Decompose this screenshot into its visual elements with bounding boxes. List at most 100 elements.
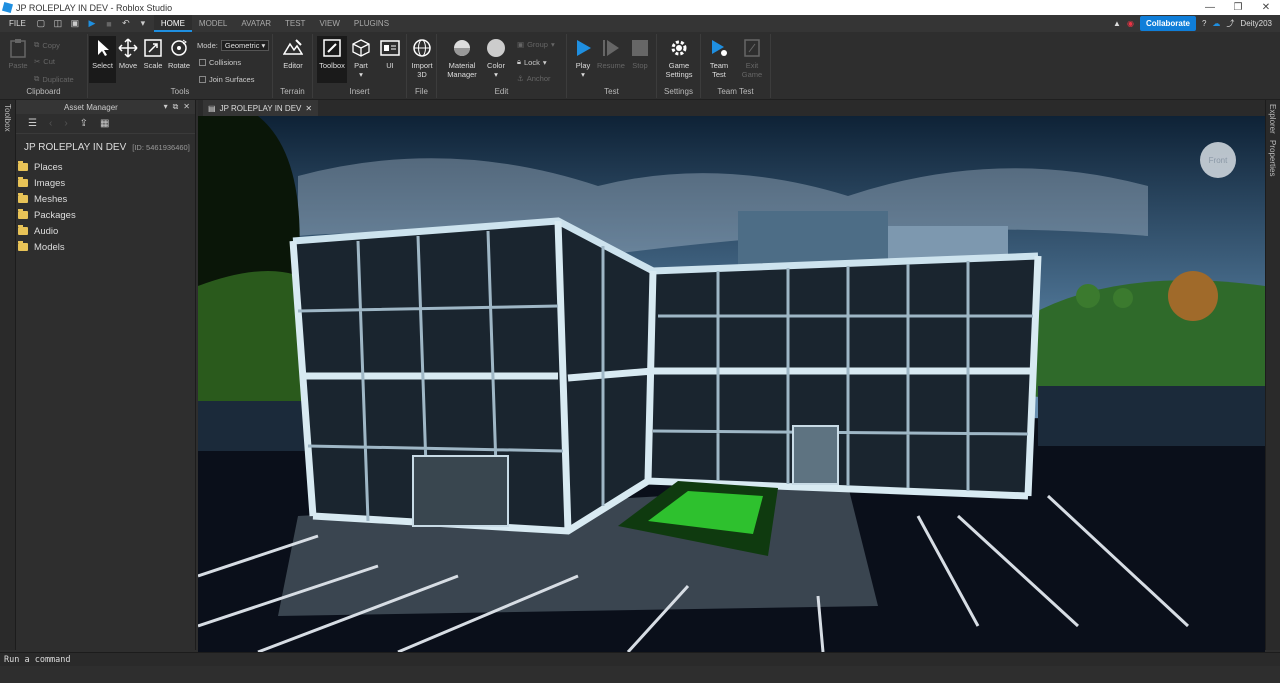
- explorer-side-tab[interactable]: Explorer: [1268, 104, 1277, 134]
- menu-icon[interactable]: ☰: [28, 118, 37, 129]
- mode-selector[interactable]: Mode: Geometric ▾: [197, 40, 270, 51]
- join-surfaces-toggle[interactable]: Join Surfaces: [199, 75, 254, 84]
- import-3d-button[interactable]: Import 3D: [407, 38, 437, 79]
- duplicate-button[interactable]: ⧉ Duplicate: [34, 74, 74, 84]
- play-button[interactable]: Play ▾: [568, 38, 598, 79]
- collisions-toggle[interactable]: Collisions: [199, 58, 241, 67]
- collapse-ribbon-icon[interactable]: ▲: [1113, 19, 1121, 28]
- tree-autumn: [1168, 271, 1218, 321]
- forward-arrow-icon[interactable]: ›: [64, 118, 67, 129]
- clipboard-label: Clipboard: [26, 87, 61, 96]
- asset-manager-title: Asset Manager: [64, 102, 118, 112]
- terrain-label: Terrain: [280, 87, 305, 96]
- panel-close-icon[interactable]: ✕: [183, 102, 190, 112]
- collaborate-button[interactable]: Collaborate: [1139, 16, 1196, 31]
- fence-left: [198, 401, 308, 451]
- quick-play-icon[interactable]: ▶: [86, 18, 98, 29]
- undo-icon[interactable]: ↶: [120, 18, 132, 29]
- asset-folder-models[interactable]: Models: [16, 239, 195, 255]
- color-button[interactable]: Color ▾: [481, 38, 511, 79]
- group-button[interactable]: ▣ Group ▾: [517, 40, 555, 49]
- place-file-icon: ▤: [208, 103, 216, 113]
- share-icon[interactable]: ⤴: [1226, 18, 1234, 29]
- asset-folder-images[interactable]: Images: [16, 175, 195, 191]
- anchor-button[interactable]: ⚓︎ Anchor: [517, 74, 551, 83]
- resume-button[interactable]: Resume: [596, 38, 626, 70]
- asset-folder-packages[interactable]: Packages: [16, 207, 195, 223]
- back-arrow-icon[interactable]: ‹: [49, 118, 52, 129]
- folder-icon: [18, 241, 28, 251]
- open-file-icon[interactable]: ◫: [52, 18, 64, 29]
- cursor-icon: [93, 38, 113, 58]
- paste-button[interactable]: Paste: [3, 38, 33, 70]
- tab-test[interactable]: TEST: [278, 15, 312, 32]
- part-button[interactable]: Part ▾: [346, 38, 376, 79]
- customize-dropdown-icon[interactable]: ▾: [137, 18, 149, 29]
- command-bar[interactable]: Run a command: [0, 652, 1280, 666]
- insert-group: Toolbox Part ▾ UI Insert: [313, 34, 407, 98]
- window-title-bar: JP ROLEPLAY IN DEV - Roblox Studio — ❐ ✕: [0, 0, 1280, 15]
- cut-icon: ✂: [34, 57, 41, 66]
- select-button[interactable]: Select: [89, 36, 116, 83]
- asset-folder-places[interactable]: Places: [16, 159, 195, 175]
- tools-group: Select Move Scale Rotate Mode: Geometric…: [88, 34, 273, 98]
- game-settings-button[interactable]: Game Settings: [664, 38, 694, 79]
- rotate-button[interactable]: Rotate: [164, 38, 194, 70]
- collisions-checkbox[interactable]: [199, 59, 206, 66]
- maximize-icon[interactable]: ❐: [1224, 2, 1252, 13]
- stop-button[interactable]: Stop: [625, 38, 655, 70]
- quick-stop-icon[interactable]: ■: [103, 19, 115, 29]
- user-name[interactable]: Deity203: [1240, 19, 1272, 28]
- new-file-icon[interactable]: ▢: [35, 18, 47, 29]
- toolbox-icon: [322, 38, 342, 58]
- help-icon[interactable]: ?: [1202, 19, 1206, 28]
- lock-button[interactable]: 🔒︎ Lock ▾: [517, 57, 547, 67]
- doc-tab-place[interactable]: ▤ JP ROLEPLAY IN DEV ✕: [203, 100, 319, 116]
- window-title: JP ROLEPLAY IN DEV - Roblox Studio: [16, 2, 173, 13]
- document-tab-bar: ▤ JP ROLEPLAY IN DEV ✕: [198, 100, 1265, 116]
- save-icon[interactable]: ▣: [69, 18, 81, 29]
- notification-icon[interactable]: ◉: [1127, 19, 1134, 28]
- close-icon[interactable]: ✕: [1252, 2, 1280, 13]
- tab-plugins[interactable]: PLUGINS: [347, 15, 396, 32]
- mode-dropdown[interactable]: Geometric ▾: [220, 40, 270, 51]
- panel-undock-icon[interactable]: ⧉: [173, 102, 179, 112]
- team-test-button[interactable]: Team Test: [704, 38, 734, 79]
- copy-button[interactable]: ⧉ Copy: [34, 40, 60, 50]
- tab-avatar[interactable]: AVATAR: [234, 15, 278, 32]
- tab-home[interactable]: HOME: [153, 15, 192, 32]
- tab-view[interactable]: VIEW: [312, 15, 346, 32]
- material-manager-button[interactable]: Material Manager: [445, 38, 479, 79]
- exit-game-icon: [742, 38, 762, 58]
- properties-side-tab[interactable]: Properties: [1268, 140, 1277, 176]
- grid-view-icon[interactable]: ▦: [100, 118, 109, 129]
- side-doors: [792, 425, 839, 485]
- asset-manager-toolbar: ☰ ‹ › ⇪ ▦: [16, 114, 195, 134]
- tab-model[interactable]: MODEL: [192, 15, 234, 32]
- toolbox-side-tab[interactable]: Toolbox: [3, 104, 12, 132]
- folder-icon: [18, 225, 28, 235]
- cloud-icon[interactable]: ☁: [1212, 19, 1220, 28]
- terrain-editor-button[interactable]: Editor: [278, 38, 308, 70]
- asset-folder-audio[interactable]: Audio: [16, 223, 195, 239]
- join-surfaces-checkbox[interactable]: [199, 76, 206, 83]
- 3d-viewport[interactable]: Front: [198, 116, 1265, 652]
- toolbox-button[interactable]: Toolbox: [317, 36, 347, 83]
- exit-game-button[interactable]: Exit Game: [737, 38, 767, 79]
- tab-close-icon[interactable]: ✕: [305, 104, 312, 113]
- scale-icon: [143, 38, 163, 58]
- play-icon: [573, 38, 593, 58]
- roblox-studio-logo-icon: [1, 1, 14, 14]
- upload-icon[interactable]: ⇪: [80, 118, 88, 129]
- folder-icon: [18, 193, 28, 203]
- scene-render[interactable]: Front: [198, 116, 1265, 652]
- asset-folder-meshes[interactable]: Meshes: [16, 191, 195, 207]
- insert-label: Insert: [349, 87, 370, 96]
- file-menu[interactable]: FILE: [0, 19, 35, 28]
- ui-button[interactable]: UI: [375, 38, 405, 70]
- panel-dropdown-icon[interactable]: ▾: [164, 102, 168, 112]
- command-input[interactable]: Run a command: [4, 655, 71, 665]
- minimize-icon[interactable]: —: [1196, 2, 1224, 13]
- cut-button[interactable]: ✂ Cut: [34, 57, 55, 66]
- rotate-icon: [169, 38, 189, 58]
